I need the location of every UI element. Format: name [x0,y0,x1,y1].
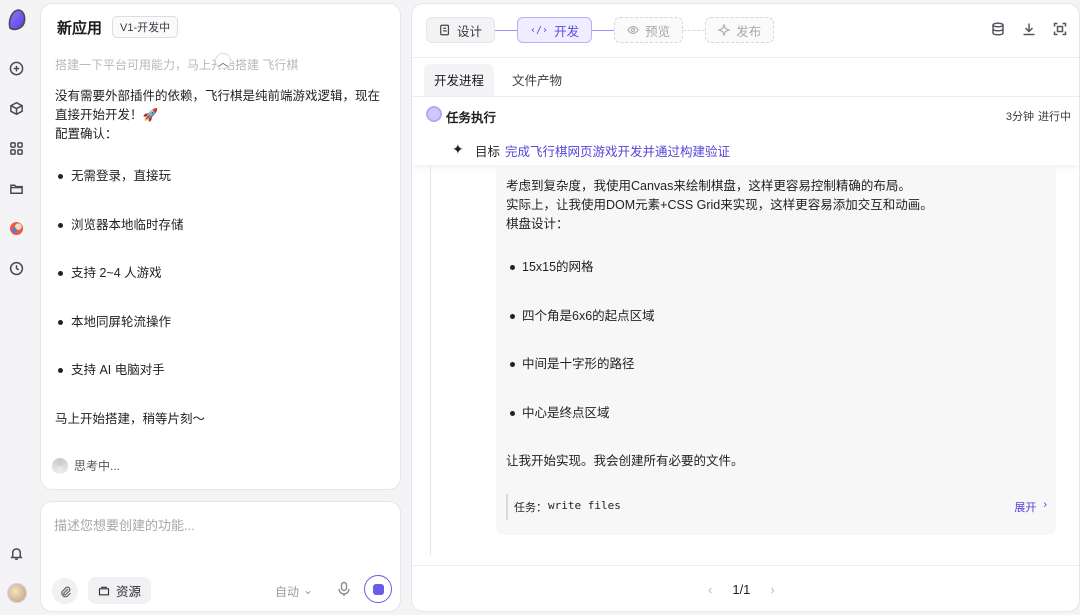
folder-icon[interactable] [8,180,24,196]
list-item: 中间是十字形的路径 [506,355,1046,404]
box-icon [98,586,110,595]
task-header[interactable]: 任务执行 3分钟 进行中 [412,96,1079,131]
config-label: 配置确认： [55,127,118,141]
message-intro: 没有需要外部插件的依赖，飞行棋是纯前端游戏逻辑，现在直接开始开发！🚀 [55,89,381,122]
new-chat-icon[interactable] [8,60,24,76]
app-logo-icon[interactable] [6,8,28,32]
list-item: 支持 2~4 人游戏 [55,264,390,313]
composer-input[interactable]: 描述您想要创建的功能... [54,515,195,534]
collapse-up-button[interactable]: ︿ [215,53,231,69]
timeline-line [430,165,431,555]
step-connector [683,29,706,31]
list-item: 15x15的网格 [506,258,1046,307]
task-clock-icon [426,106,442,122]
task-state: 进行中 [1038,111,1071,123]
mode-select[interactable]: 自动 ⌄ [275,583,313,600]
message-closing: 马上开始搭建，稍等片刻～ [55,411,206,426]
spinner-icon [52,457,68,474]
list-item: 本地同屏轮流操作 [55,313,390,362]
board-design-list: 15x15的网格 四个角是6x6的起点区域 中间是十字形的路径 中心是终点区域 [506,258,1046,452]
download-icon[interactable] [1022,22,1036,36]
subtask-value: write files [548,499,621,512]
attach-button[interactable] [52,578,78,604]
goal-bar: ✦ 目标 完成飞行棋网页游戏开发并通过构建验证 [412,131,1079,165]
card-line: 棋盘设计： [506,217,569,231]
chevron-down-icon: ⌄ [303,583,314,597]
expand-label: 展开 [1014,502,1037,514]
colorful-app-icon[interactable] [8,220,24,236]
step-connector [495,29,518,31]
fullscreen-icon[interactable] [1053,22,1067,36]
left-rail [0,0,34,615]
microphone-icon[interactable] [337,581,351,597]
card-line: 实际上，让我使用DOM元素+CSS Grid来实现，这样更容易添加交互和动画。 [506,198,933,212]
pager-divider [412,565,1079,566]
chevron-right-icon: › [1043,499,1047,511]
subtask-key: 任务： [514,502,547,514]
user-avatar[interactable] [7,583,27,603]
view-tabs: 开发进程 文件产物 [424,64,572,97]
step-label: 预览 [645,24,671,39]
paperclip-icon [60,586,71,597]
assistant-message: 没有需要外部插件的依赖，飞行棋是纯前端游戏逻辑，现在直接开始开发！🚀 配置确认：… [55,87,390,429]
expand-button[interactable]: 展开 › [1014,499,1047,515]
step-preview[interactable]: 预览 [614,17,684,43]
config-list: 无需登录，直接玩 浏览器本地临时存储 支持 2~4 人游戏 本地同屏轮流操作 支… [55,167,390,410]
top-actions [991,22,1067,36]
task-time: 3分钟 [1005,111,1034,123]
workspace-panel: 设计 ‹/› 开发 预览 发布 开发进程 文件产物 任务执行 3分钟 进行中 ✦… [411,3,1080,612]
page-indicator: 1/1 [732,582,751,597]
resource-label: 资源 [116,585,142,599]
notification-bell-icon[interactable] [8,545,24,561]
version-badge: V1-开发中 [112,16,179,38]
eye-icon [627,26,639,34]
resource-button[interactable]: 资源 [88,577,152,604]
mode-label: 自动 [275,585,300,599]
stop-button[interactable] [364,575,392,603]
tab-dev-progress[interactable]: 开发进程 [424,64,495,97]
progress-steps: 设计 ‹/› 开发 预览 发布 [426,16,775,44]
card-line: 考虑到复杂度，我使用Canvas来绘制棋盘，这样更容易控制精确的布局。 [506,179,911,193]
sparkle-icon: ✦ [452,141,464,157]
cube-icon[interactable] [8,100,24,116]
step-connector [592,29,615,31]
message-composer[interactable]: 描述您想要创建的功能... 资源 自动 ⌄ [40,501,401,612]
list-item: 中心是终点区域 [506,404,1046,453]
apps-grid-icon[interactable] [8,140,24,156]
design-icon [440,24,450,36]
step-label: 开发 [554,24,580,39]
thinking-indicator: 思考中... [52,457,120,474]
task-title: 任务执行 [446,111,497,125]
database-icon[interactable] [991,22,1005,36]
list-item: 浏览器本地临时存储 [55,216,390,265]
goal-label: 目标 [475,145,501,159]
subtask-row[interactable]: 任务： write files 展开 › [506,494,1051,520]
list-item: 四个角是6x6的起点区域 [506,307,1046,356]
header-divider [412,57,1079,58]
chat-panel: 新应用 V1-开发中 搭建一下平台可用能力，马上开始搭建 飞行棋 ︿ 没有需要外… [40,3,401,490]
history-icon[interactable] [8,260,24,276]
prev-page-icon[interactable]: ‹ [708,582,712,597]
step-label: 发布 [736,24,762,39]
progress-card: 考虑到复杂度，我使用Canvas来绘制棋盘，这样更容易控制精确的布局。 实际上，… [496,165,1056,535]
card-content: 考虑到复杂度，我使用Canvas来绘制棋盘，这样更容易控制精确的布局。 实际上，… [506,177,1046,471]
app-title: 新应用 [57,19,103,37]
next-page-icon[interactable]: › [770,582,774,597]
pagination: ‹ 1/1 › [708,582,775,597]
step-publish[interactable]: 发布 [705,17,775,43]
task-status: 3分钟 进行中 [1006,108,1071,124]
thinking-label: 思考中... [74,459,121,473]
step-design[interactable]: 设计 [426,17,496,43]
chat-header: 新应用 V1-开发中 [57,16,179,38]
stop-icon [372,583,384,595]
goal-text[interactable]: 完成飞行棋网页游戏开发并通过构建验证 [505,141,730,160]
tab-file-artifacts[interactable]: 文件产物 [502,64,572,97]
code-icon: ‹/› [530,24,549,36]
list-item: 无需登录，直接玩 [55,167,390,216]
publish-icon [718,24,731,36]
step-label: 设计 [457,24,483,39]
card-closing: 让我开始实现。我会创建所有必要的文件。 [506,454,744,468]
list-item: 支持 AI 电脑对手 [55,361,390,410]
step-develop[interactable]: ‹/› 开发 [517,17,593,43]
